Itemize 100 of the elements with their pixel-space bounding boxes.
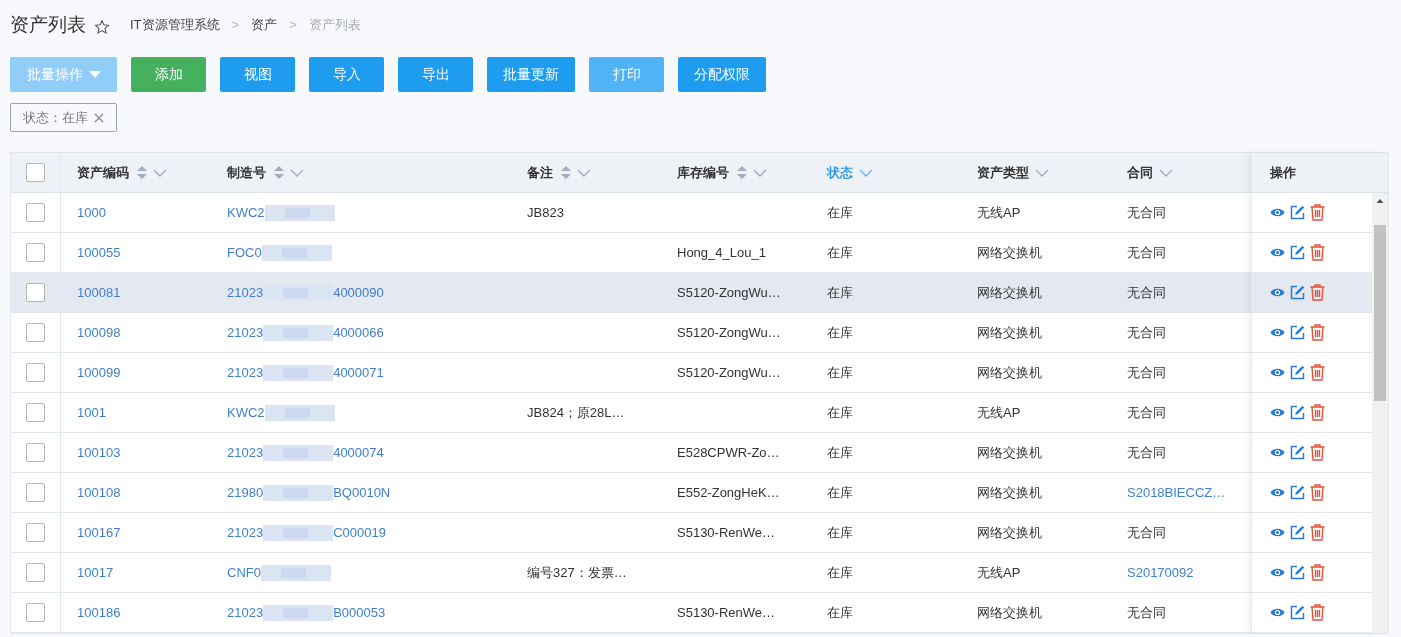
table-row[interactable]: 100098 21023 4000066 S5120-ZongWu… 在库 网络交换机 无合同 bbox=[11, 313, 1251, 353]
eye-icon[interactable] bbox=[1270, 367, 1285, 378]
table-row[interactable]: 100055 FOC0 Hong_4_Lou_1 在库 网络交换机 无合同 bbox=[11, 233, 1251, 273]
column-header[interactable]: 状态 bbox=[827, 162, 853, 183]
edit-icon[interactable] bbox=[1290, 245, 1305, 260]
trash-icon[interactable] bbox=[1310, 324, 1325, 341]
eye-icon[interactable] bbox=[1270, 447, 1285, 458]
toolbar-button[interactable]: 添加 bbox=[131, 57, 206, 92]
eye-icon[interactable] bbox=[1270, 407, 1285, 418]
serial-link[interactable]: 4000071 bbox=[333, 362, 384, 383]
asset-code-link[interactable]: 100055 bbox=[77, 244, 121, 260]
edit-icon[interactable] bbox=[1290, 445, 1305, 460]
checkbox[interactable] bbox=[26, 203, 45, 222]
chevron-down-icon[interactable] bbox=[577, 168, 591, 177]
toolbar-button[interactable]: 分配权限 bbox=[678, 57, 766, 92]
trash-icon[interactable] bbox=[1310, 604, 1325, 621]
chevron-down-icon[interactable] bbox=[753, 168, 767, 177]
checkbox[interactable] bbox=[26, 443, 45, 462]
asset-code-link[interactable]: 1001 bbox=[77, 404, 106, 420]
toolbar-button[interactable]: 导入 bbox=[309, 57, 384, 92]
chevron-down-icon[interactable] bbox=[1035, 168, 1049, 177]
sort-icon[interactable] bbox=[137, 166, 147, 179]
eye-icon[interactable] bbox=[1270, 247, 1285, 258]
eye-icon[interactable] bbox=[1270, 527, 1285, 538]
asset-code-link[interactable]: 10017 bbox=[77, 564, 114, 580]
column-header[interactable]: 备注 bbox=[527, 162, 553, 183]
column-header[interactable]: 合同 bbox=[1127, 162, 1153, 183]
column-header[interactable]: 资产类型 bbox=[977, 162, 1029, 183]
sort-icon[interactable] bbox=[561, 166, 571, 179]
table-row[interactable]: 1000 KWC2 JB823 在库 无线AP 无合同 bbox=[11, 193, 1251, 233]
serial-link[interactable]: C000019 bbox=[333, 522, 386, 543]
breadcrumb-link[interactable]: IT资源管理系统 bbox=[130, 15, 220, 35]
asset-code-link[interactable]: 100167 bbox=[77, 524, 121, 540]
star-icon[interactable] bbox=[94, 19, 110, 35]
toolbar-button[interactable]: 打印 bbox=[589, 57, 664, 92]
filter-tag[interactable]: 状态：在库 bbox=[10, 103, 117, 132]
serial-link[interactable]: 4000066 bbox=[333, 322, 384, 343]
table-row[interactable]: 10017 CNF0 编号327：发票… 在库 无线AP S20170092 bbox=[11, 553, 1251, 593]
checkbox[interactable] bbox=[26, 603, 45, 622]
chevron-down-icon[interactable] bbox=[290, 168, 304, 177]
serial-link[interactable]: 4000074 bbox=[333, 442, 384, 463]
toolbar-button[interactable]: 视图 bbox=[220, 57, 295, 92]
checkbox[interactable] bbox=[26, 283, 45, 302]
checkbox[interactable] bbox=[26, 483, 45, 502]
serial-link[interactable]: FOC0 bbox=[227, 242, 262, 263]
sort-icon[interactable] bbox=[274, 166, 284, 179]
column-header[interactable]: 资产编码 bbox=[77, 162, 129, 183]
asset-code-link[interactable]: 100099 bbox=[77, 364, 121, 380]
eye-icon[interactable] bbox=[1270, 287, 1285, 298]
checkbox[interactable] bbox=[26, 243, 45, 262]
table-row[interactable]: 100081 21023 4000090 S5120-ZongWu… 在库 网络交换机 无合同 bbox=[11, 273, 1251, 313]
asset-code-link[interactable]: 100103 bbox=[77, 444, 121, 460]
toolbar-button[interactable]: 批量更新 bbox=[487, 57, 575, 92]
sort-icon[interactable] bbox=[737, 166, 747, 179]
trash-icon[interactable] bbox=[1310, 284, 1325, 301]
serial-link[interactable]: 21023 bbox=[227, 442, 264, 463]
asset-code-link[interactable]: 100081 bbox=[77, 284, 121, 300]
scrollbar[interactable] bbox=[1372, 193, 1388, 633]
eye-icon[interactable] bbox=[1270, 327, 1285, 338]
contract-link[interactable]: S2018BIECCZ… bbox=[1127, 484, 1226, 500]
trash-icon[interactable] bbox=[1310, 484, 1325, 501]
edit-icon[interactable] bbox=[1290, 365, 1305, 380]
eye-icon[interactable] bbox=[1270, 487, 1285, 498]
serial-link[interactable]: 21980 bbox=[227, 482, 264, 503]
eye-icon[interactable] bbox=[1270, 607, 1285, 618]
column-header[interactable]: 制造号 bbox=[227, 162, 266, 183]
serial-link[interactable]: 21023 bbox=[227, 282, 264, 303]
trash-icon[interactable] bbox=[1310, 364, 1325, 381]
checkbox[interactable] bbox=[26, 163, 45, 182]
edit-icon[interactable] bbox=[1290, 205, 1305, 220]
trash-icon[interactable] bbox=[1310, 404, 1325, 421]
checkbox[interactable] bbox=[26, 403, 45, 422]
chevron-down-icon[interactable] bbox=[1159, 168, 1173, 177]
breadcrumb-link[interactable]: 资产列表 bbox=[308, 15, 361, 35]
checkbox[interactable] bbox=[26, 563, 45, 582]
table-row[interactable]: 100108 21980 BQ0010N E552-ZongHeK… 在库 网络交换机 S2018BIECCZ… bbox=[11, 473, 1251, 513]
column-header[interactable]: 库存编号 bbox=[677, 162, 729, 183]
serial-link[interactable]: 21023 bbox=[227, 362, 264, 383]
eye-icon[interactable] bbox=[1270, 207, 1285, 218]
serial-link[interactable]: CNF0 bbox=[227, 562, 261, 583]
asset-code-link[interactable]: 1000 bbox=[77, 204, 106, 220]
chevron-down-icon[interactable] bbox=[859, 168, 873, 177]
chevron-down-icon[interactable] bbox=[153, 168, 167, 177]
eye-icon[interactable] bbox=[1270, 567, 1285, 578]
trash-icon[interactable] bbox=[1310, 444, 1325, 461]
table-row[interactable]: 100103 21023 4000074 E528CPWR-Zo… 在库 网络交换机 无合同 bbox=[11, 433, 1251, 473]
close-icon[interactable] bbox=[94, 112, 104, 123]
serial-link[interactable]: 21023 bbox=[227, 602, 264, 623]
checkbox[interactable] bbox=[26, 363, 45, 382]
breadcrumb-link[interactable]: 资产 bbox=[251, 15, 278, 35]
serial-link[interactable]: BQ0010N bbox=[333, 482, 391, 503]
edit-icon[interactable] bbox=[1290, 405, 1305, 420]
edit-icon[interactable] bbox=[1290, 485, 1305, 500]
asset-code-link[interactable]: 100108 bbox=[77, 484, 121, 500]
serial-link[interactable]: 21023 bbox=[227, 322, 264, 343]
edit-icon[interactable] bbox=[1290, 285, 1305, 300]
serial-link[interactable]: 4000090 bbox=[333, 282, 384, 303]
table-row[interactable]: 1001 KWC2 JB824；原28L… 在库 无线AP 无合同 bbox=[11, 393, 1251, 433]
checkbox[interactable] bbox=[26, 523, 45, 542]
serial-link[interactable]: KWC2 bbox=[227, 402, 265, 423]
